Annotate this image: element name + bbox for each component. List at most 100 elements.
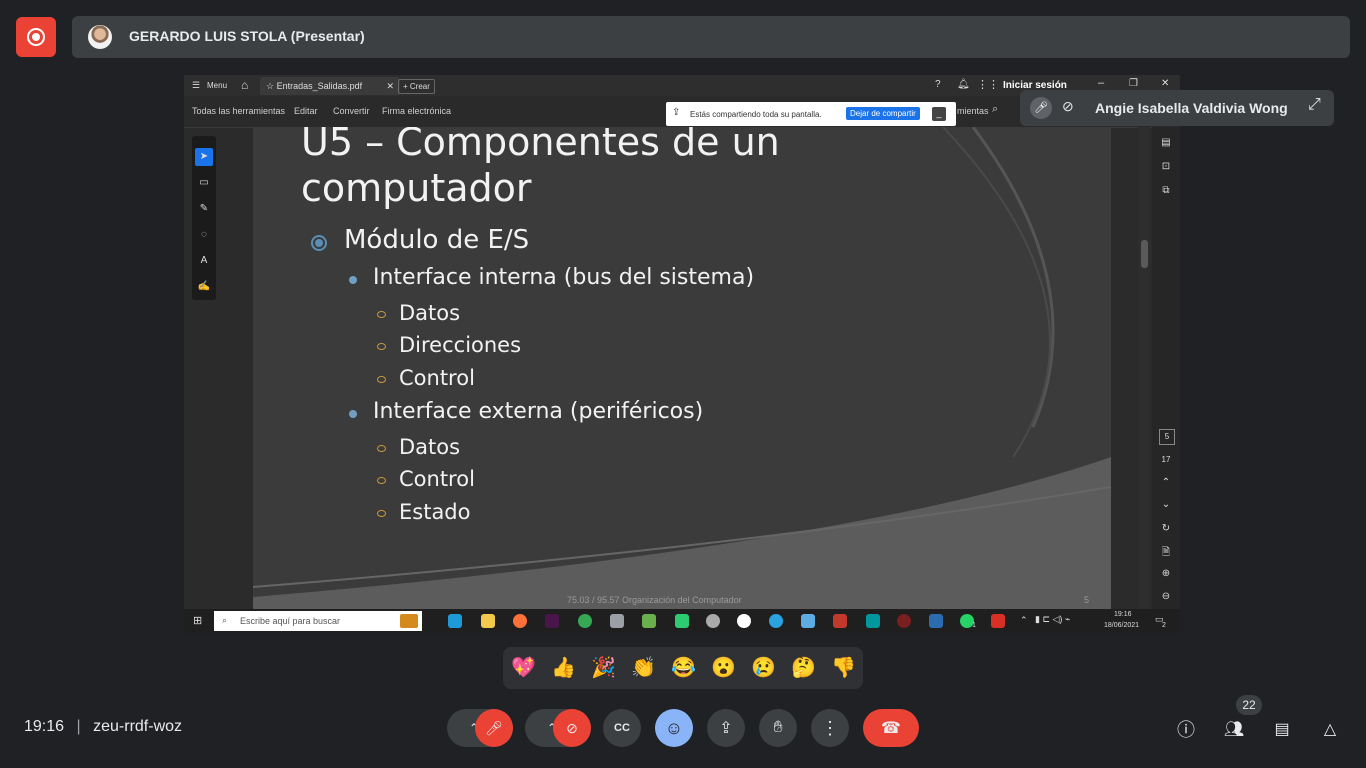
chrome-icon[interactable] [578, 614, 592, 628]
telegram-icon[interactable] [769, 614, 783, 628]
tool-esign[interactable]: Firma electrónica [382, 106, 451, 116]
annotation-toolbar: ➤ ▭ ✎ ◌ A ✍ [192, 136, 216, 300]
pen-icon[interactable]: ✎ [195, 200, 213, 218]
reaction-heart[interactable]: 💖 [511, 655, 536, 681]
sharing-text: Estás compartiendo toda su pantalla. [690, 110, 822, 119]
info-icon[interactable]: ⓘ [1174, 717, 1198, 741]
filezilla-icon[interactable] [833, 614, 847, 628]
tool-convert[interactable]: Convertir [333, 106, 370, 116]
zoom-in-icon[interactable]: ⊕ [1159, 568, 1173, 579]
mic-control[interactable]: ⌃ 🎤︎ [447, 709, 513, 747]
arduino-icon[interactable] [866, 614, 880, 628]
participant-count-badge: 22 [1236, 695, 1262, 715]
reaction-clap[interactable]: 👏 [631, 655, 656, 681]
zoom-out-icon[interactable]: ⊖ [1159, 591, 1173, 602]
reaction-thumbs-up[interactable]: 👍 [551, 655, 576, 681]
edge-icon[interactable] [448, 614, 462, 628]
text-box-icon[interactable]: A [195, 252, 213, 270]
network-app-icon[interactable] [801, 614, 815, 628]
camera-control[interactable]: ⌃ ⊘ [525, 709, 591, 747]
virtualbox-icon[interactable] [610, 614, 624, 628]
avatar [88, 25, 112, 49]
bell-icon[interactable]: 🔔︎ [957, 79, 970, 90]
lasso-icon[interactable]: ◌ [195, 226, 213, 244]
more-options-button[interactable]: ⋮ [811, 709, 849, 747]
chat-icon[interactable]: ▤ [1270, 717, 1294, 741]
activities-icon[interactable]: △ [1318, 717, 1342, 741]
apps-grid-icon[interactable]: ⋮⋮ [977, 78, 999, 91]
leave-call-button[interactable]: ☎︎ [863, 709, 919, 747]
expand-icon[interactable]: ⤢ [1308, 96, 1321, 114]
smile-icon: ☺ [664, 717, 684, 738]
banner-minimize-button[interactable]: _ [932, 107, 946, 121]
reaction-surprised[interactable]: 😮 [711, 655, 736, 681]
minimize-icon[interactable]: – [1098, 77, 1104, 89]
reactions-bar: 💖 👍 🎉 👏 😂 😮 😢 🤔 👎 [503, 647, 863, 689]
page-number-input[interactable]: 5 [1159, 429, 1175, 445]
maximize-icon[interactable]: ❐ [1129, 78, 1138, 89]
stop-sharing-button[interactable]: Dejar de compartir [846, 107, 920, 120]
tab-pdf[interactable]: ☆ Entradas_Salidas.pdf ✕ [260, 77, 400, 95]
reaction-thinking[interactable]: 🤔 [791, 655, 816, 681]
comments-icon[interactable]: ▤ [1159, 137, 1173, 148]
tool-edit[interactable]: Editar [294, 106, 318, 116]
window-close-icon[interactable]: ✕ [1161, 78, 1169, 89]
notepad-icon[interactable] [642, 614, 656, 628]
folder-icon[interactable] [481, 614, 495, 628]
present-screen-icon: ⇪ [719, 720, 733, 737]
signature-icon[interactable]: ✍ [195, 278, 213, 296]
windows-start-icon[interactable]: ⊞ [193, 614, 202, 627]
copy-icon[interactable]: ⧉ [1159, 185, 1173, 196]
tools-search-hint: mientas [957, 106, 989, 116]
document-icon[interactable]: 🗎 [1159, 545, 1173, 562]
chevron-up-icon[interactable]: ⌃ [1159, 477, 1173, 488]
group2-item: Estado [399, 500, 471, 524]
raise-hand-button[interactable]: ✋︎ [759, 709, 797, 747]
create-button[interactable]: + Crear [398, 79, 435, 94]
app-icon[interactable] [675, 614, 689, 628]
presenter-bar: GERARDO LUIS STOLA (Presentar) [72, 16, 1350, 58]
home-icon[interactable]: ⌂ [241, 78, 248, 92]
comment-icon[interactable]: ▭ [195, 174, 213, 192]
captions-button[interactable]: CC [603, 709, 641, 747]
chevron-down-icon[interactable]: ⌄ [1159, 499, 1173, 510]
app-icon[interactable] [737, 614, 751, 628]
reactions-button[interactable]: ☺ [655, 709, 693, 747]
help-icon[interactable]: ? [935, 79, 941, 90]
slack-icon[interactable] [545, 614, 559, 628]
bullet-l1 [349, 410, 357, 418]
camera-off-icon[interactable]: ⊘ [553, 709, 591, 747]
vertical-scrollbar[interactable] [1138, 127, 1150, 609]
menu-icon[interactable]: ☰ [192, 80, 200, 91]
create-label: Crear [409, 82, 430, 91]
slide-page-number: 5 [1084, 595, 1090, 605]
select-cursor-icon[interactable]: ➤ [195, 148, 213, 166]
close-icon[interactable]: ✕ [386, 77, 394, 95]
search-icon[interactable]: ⌕ [992, 103, 998, 116]
tool-all-tools[interactable]: Todas las herramientas [192, 106, 285, 116]
firefox-icon[interactable] [513, 614, 527, 628]
reaction-party[interactable]: 🎉 [591, 655, 616, 681]
tray-icons[interactable]: ▮ ⊏ ◁) ⌁ [1035, 614, 1070, 625]
chevron-up-icon[interactable]: ⌃ [1020, 615, 1028, 626]
app-icon[interactable] [706, 614, 720, 628]
taskbar-search-input[interactable]: ⌕ Escribe aquí para buscar [214, 611, 422, 631]
participant-tile[interactable]: 🎤︎ ⊘ Angie Isabella Valdivia Wong ⤢ [1020, 90, 1334, 126]
menu-label[interactable]: Menu [207, 81, 227, 90]
bullet-l2 [377, 376, 386, 383]
scroll-thumb[interactable] [1141, 240, 1148, 268]
present-button[interactable]: ⇪ [707, 709, 745, 747]
acrobat-icon[interactable] [991, 614, 1005, 628]
people-icon[interactable]: 👥︎ [1222, 717, 1246, 741]
bookmark-icon[interactable]: ⊡ [1159, 161, 1173, 172]
plus-icon: + [403, 82, 408, 91]
rotate-icon[interactable]: ↻ [1159, 523, 1173, 534]
recording-button[interactable] [16, 17, 56, 57]
reaction-sad[interactable]: 😢 [751, 655, 776, 681]
powershell-icon[interactable] [929, 614, 943, 628]
mic-off-icon[interactable]: 🎤︎ [475, 709, 513, 747]
reaction-laugh[interactable]: 😂 [671, 655, 696, 681]
meeting-code: zeu-rrdf-woz [93, 718, 183, 735]
reaction-thumbs-down[interactable]: 👎 [831, 655, 856, 681]
app-icon[interactable] [897, 614, 911, 628]
